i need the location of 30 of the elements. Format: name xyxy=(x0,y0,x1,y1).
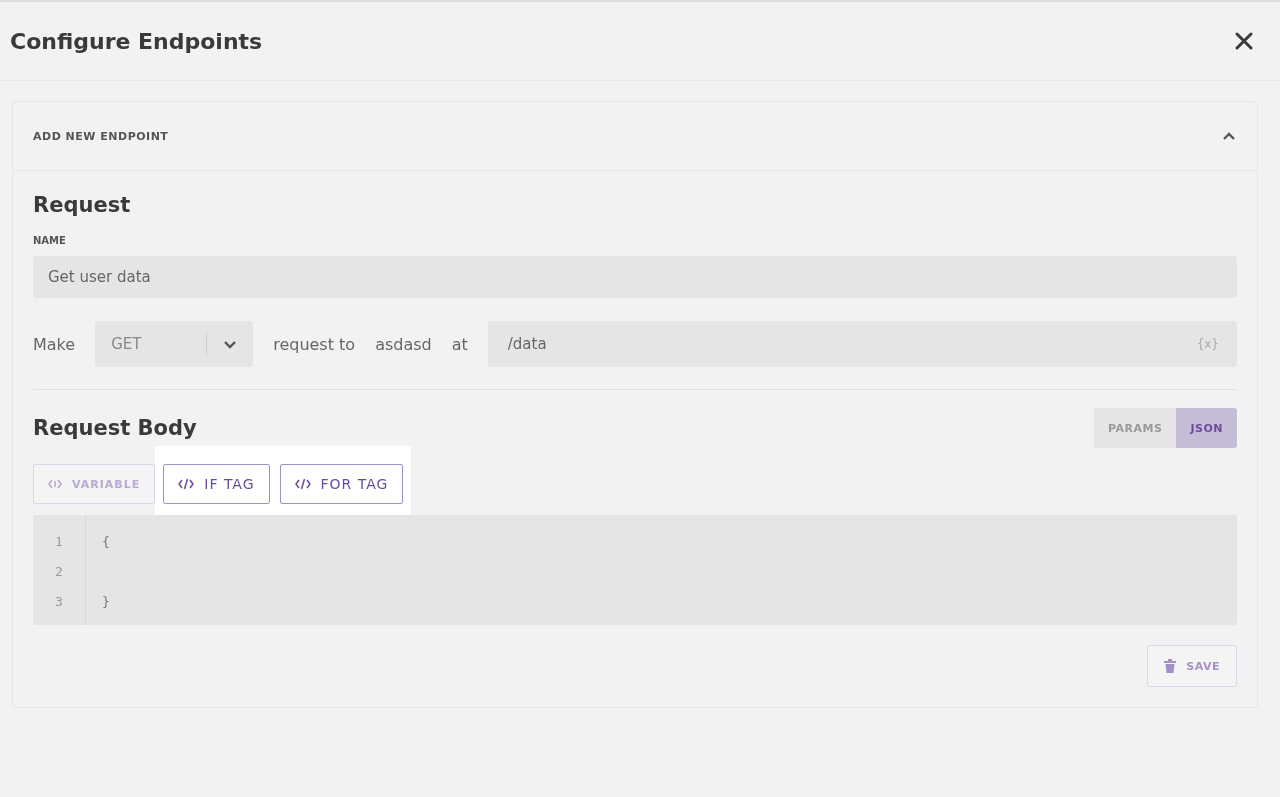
mode-tab[interactable]: PARAMS xyxy=(1094,408,1177,448)
line-number: 3 xyxy=(55,593,63,611)
path-field[interactable]: /data {x} xyxy=(487,321,1237,367)
trash-icon xyxy=(1164,659,1177,673)
modal-title: Configure Endpoints xyxy=(10,28,263,54)
code-icon xyxy=(294,478,311,490)
section-heading: Request Body xyxy=(33,416,197,440)
mode-tab[interactable]: JSON xyxy=(1176,408,1237,448)
field-label: NAME xyxy=(33,235,67,246)
make-label: Make xyxy=(33,334,76,354)
code-icon xyxy=(178,478,195,490)
variable-icon[interactable]: {x} xyxy=(1196,337,1219,351)
line-number: 2 xyxy=(55,563,63,581)
service-name: asdasd xyxy=(375,334,432,354)
method-select[interactable]: GET xyxy=(95,321,254,367)
caret-icon xyxy=(223,339,238,349)
brackets-icon xyxy=(48,479,62,489)
section-title: ADD NEW ENDPOINT xyxy=(33,129,169,143)
at-label: at xyxy=(451,334,468,354)
name-field[interactable]: Get user data xyxy=(33,256,1237,298)
code-editor[interactable]: 1 2 3 { } xyxy=(33,515,1237,625)
section-heading: Request xyxy=(33,193,132,217)
tag-button[interactable]: IF TAG xyxy=(163,464,270,504)
code-line: } xyxy=(102,593,111,611)
variable-button[interactable]: VARIABLE xyxy=(33,464,156,504)
request-to-label: request to xyxy=(273,334,356,354)
code-line: { xyxy=(102,533,111,551)
line-number: 1 xyxy=(55,533,63,551)
tag-button[interactable]: FOR TAG xyxy=(279,464,404,504)
save-button[interactable]: SAVE xyxy=(1147,645,1237,687)
